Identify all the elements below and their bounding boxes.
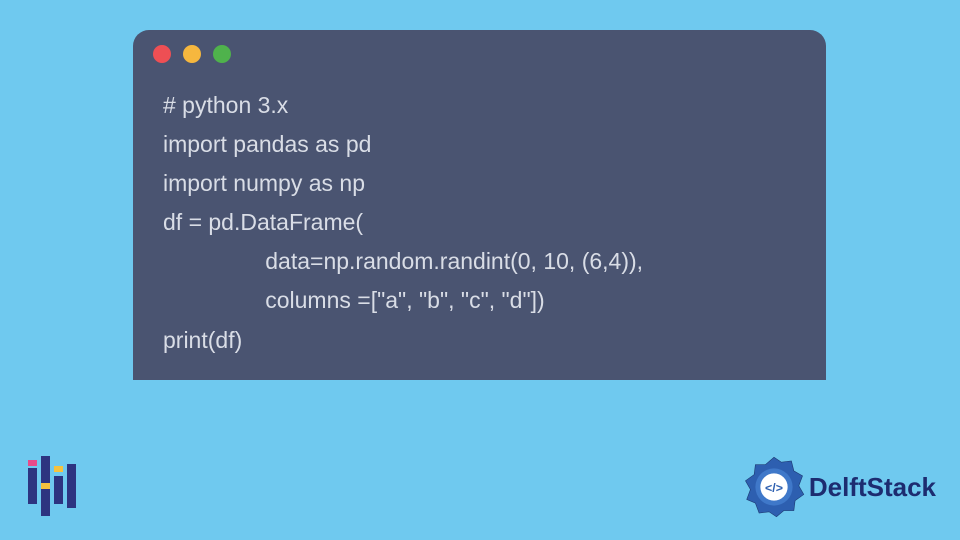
delftstack-logo: </> DelftStack [743,456,936,518]
window-titlebar [133,30,826,78]
svg-text:</>: </> [765,481,783,495]
code-block: # python 3.x import pandas as pd import … [133,78,826,360]
maximize-dot-icon [213,45,231,63]
code-window: # python 3.x import pandas as pd import … [133,30,826,380]
pandas-logo-icon [28,456,74,516]
gear-icon: </> [743,456,805,518]
minimize-dot-icon [183,45,201,63]
close-dot-icon [153,45,171,63]
brand-name: DelftStack [809,472,936,503]
